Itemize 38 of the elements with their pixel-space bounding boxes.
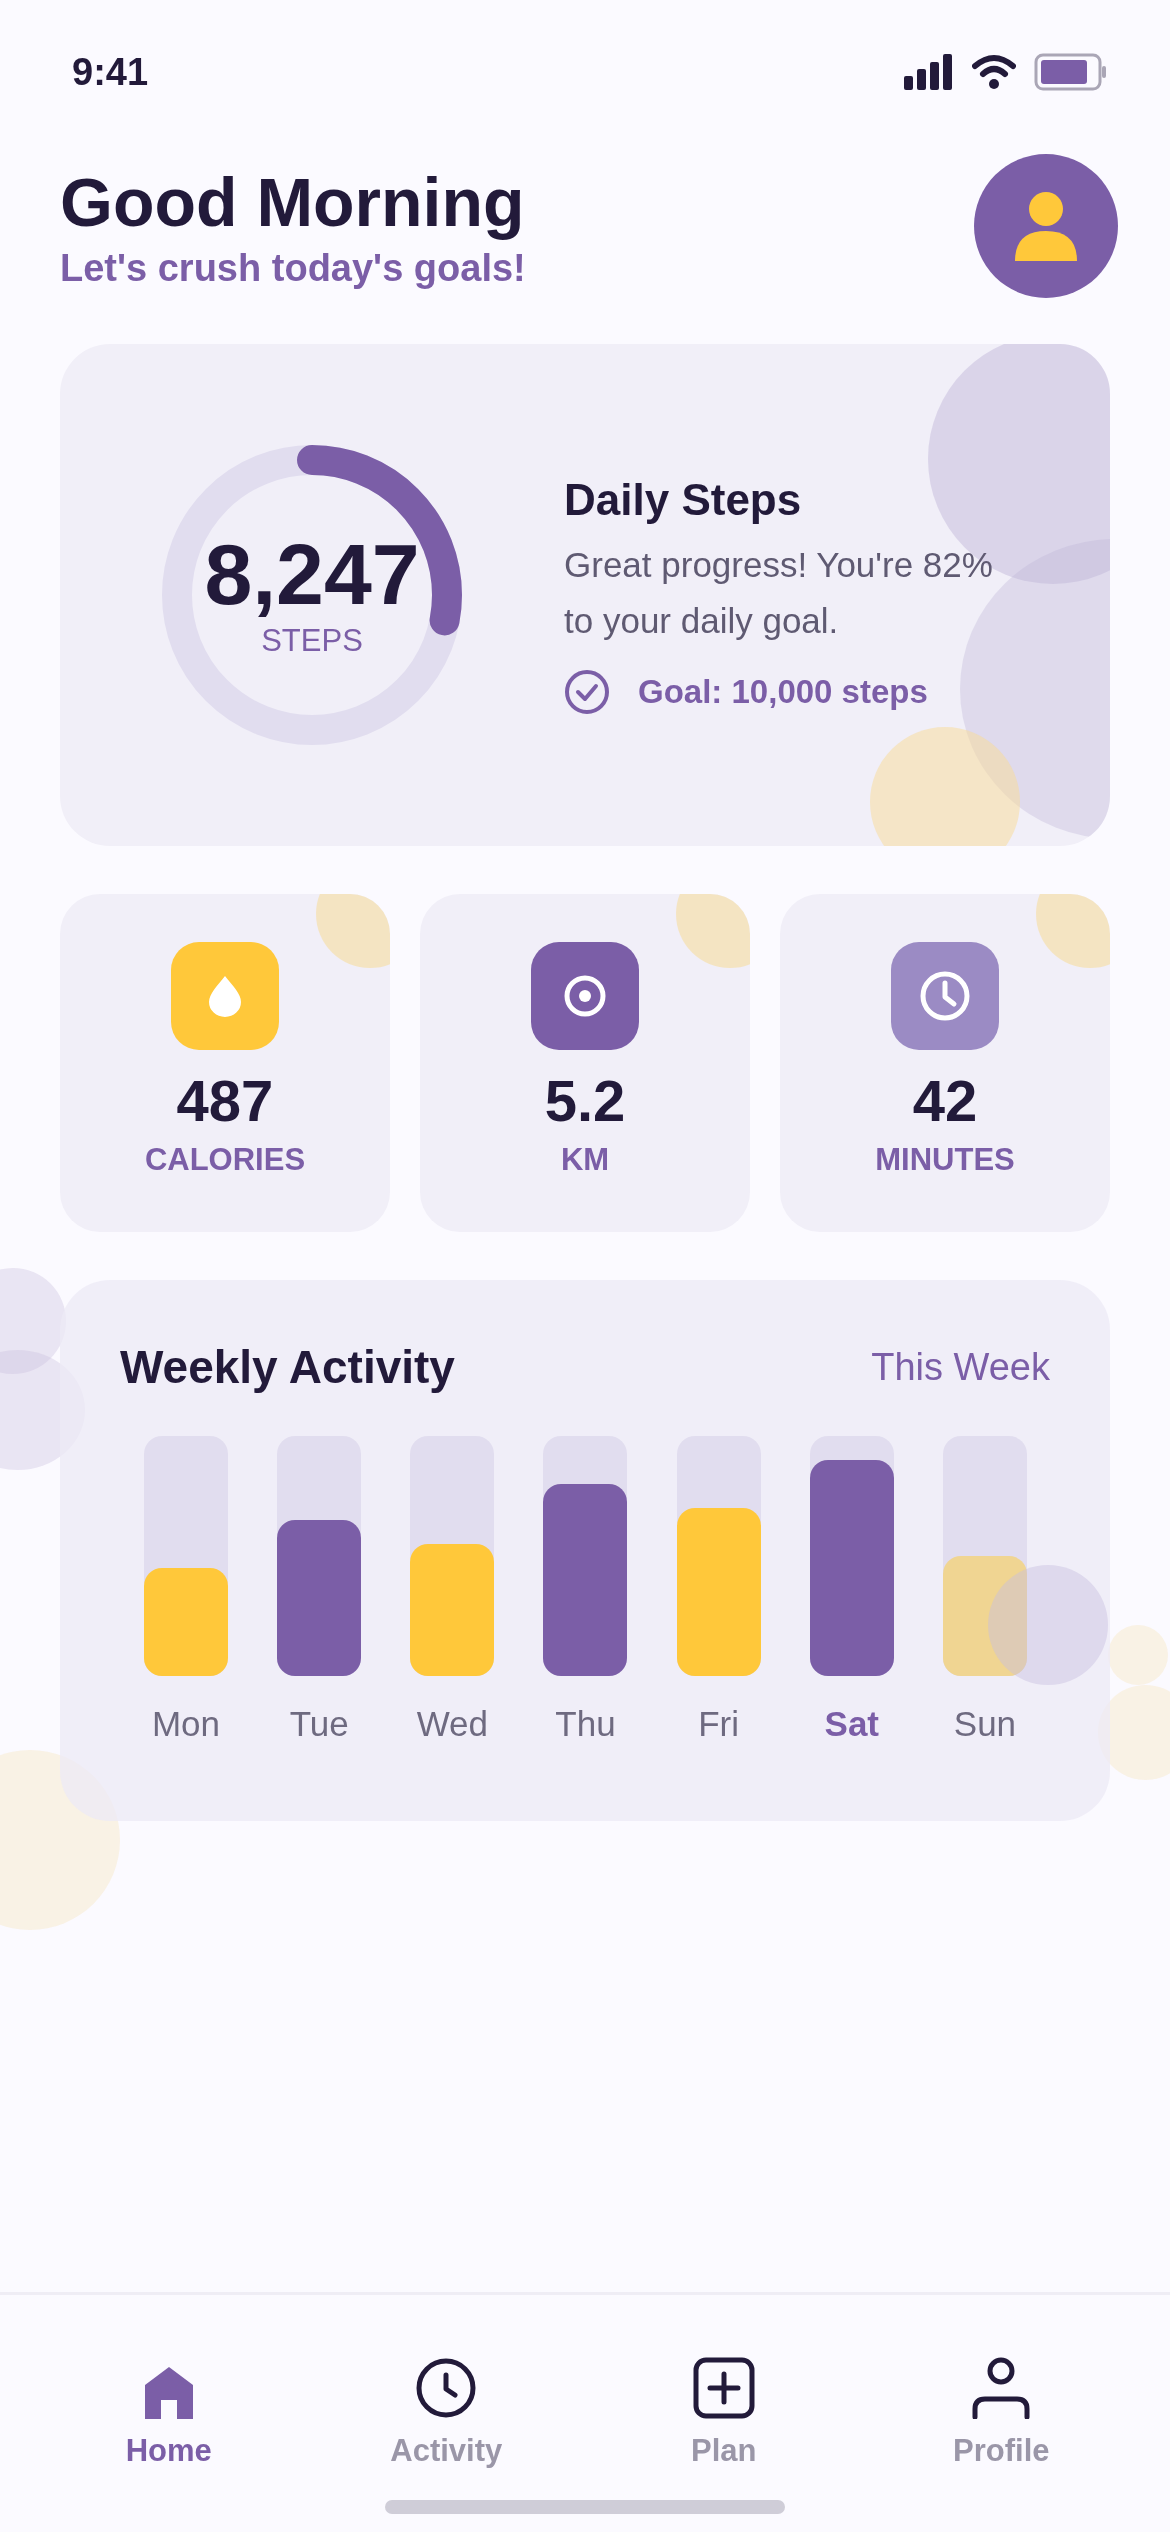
day-label[interactable]: Mon [151,1704,221,1744]
signal-icon [904,54,954,90]
wifi-icon [972,54,1016,90]
day-label[interactable]: Thu [555,1704,616,1744]
battery-icon [1034,53,1108,91]
clock-icon [415,2357,478,2419]
day-label[interactable]: Fri [698,1704,740,1744]
card-title: Weekly Activity [120,1340,455,1394]
steps-unit: STEPS [261,623,363,659]
check-circle-icon [564,669,610,715]
stat-label: KM [560,1142,610,1178]
steps-value: 8,247 [204,531,420,617]
day-label[interactable]: Sun [953,1704,1017,1744]
nav-tab[interactable]: Home [68,2353,269,2469]
day-label[interactable]: Tue [289,1704,349,1744]
progress-message: Great progress! You're 82% to your daily goal. [564,544,994,642]
person-icon [1015,191,1077,261]
stat-value: 487 [176,1072,274,1130]
status-time: 9:41 [72,50,149,94]
clock-icon [919,970,971,1022]
day-label[interactable]: Wed [416,1704,488,1744]
home-icon [142,2367,195,2419]
target-icon [562,973,608,1019]
stat-value: 42 [912,1072,978,1130]
stat-value: 5.2 [544,1072,626,1130]
day-label[interactable]: Sat [824,1704,879,1744]
nav-tab[interactable]: Profile [901,2353,1102,2469]
person-icon [972,2357,1031,2419]
stat-label: MINUTES [875,1142,1015,1178]
goal-text: Goal: 10,000 steps [638,673,928,711]
greeting-title: Good Morning [60,162,526,242]
greeting-subtitle: Let's crush today's goals! [60,247,526,291]
card-title: Daily Steps [564,475,803,525]
nav-tab[interactable]: Plan [623,2353,824,2469]
plus-square-icon [692,2357,755,2419]
stat-label: CALORIES [144,1142,306,1178]
period-link[interactable]: This Week [871,1345,1050,1389]
nav-tab[interactable]: Activity [346,2353,547,2469]
